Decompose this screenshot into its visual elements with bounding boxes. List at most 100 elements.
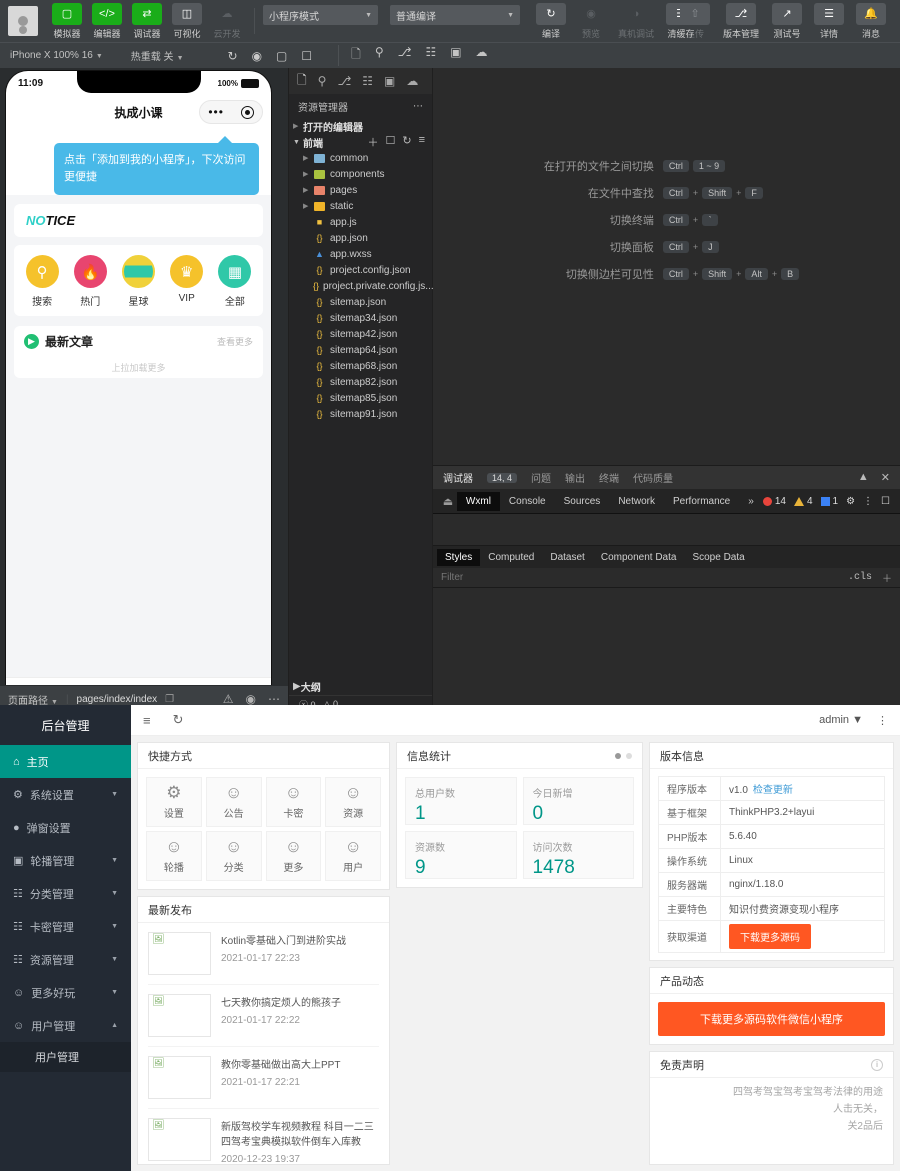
error-count[interactable]: 14: [763, 496, 786, 507]
toolbar-button-detail[interactable]: ☰ 详情: [810, 3, 848, 40]
file-tree-item[interactable]: {} sitemap34.json: [289, 310, 432, 326]
avatar[interactable]: [8, 6, 38, 36]
view-more-link[interactable]: 查看更多: [217, 335, 253, 348]
inspect-element-icon[interactable]: ⏏: [439, 495, 457, 508]
sidebar-item-popup-settings[interactable]: ● 弹窗设置: [0, 811, 131, 844]
more-icon[interactable]: ⋯: [413, 101, 423, 112]
test-icon[interactable]: ▣: [450, 45, 461, 66]
files-icon[interactable]: 🗋: [297, 71, 307, 92]
panel-tab-debugger[interactable]: 调试器: [443, 470, 473, 485]
quick-action-user[interactable]: ☺ 用户: [325, 831, 381, 881]
window-icon[interactable]: ☐: [301, 49, 312, 63]
cloud-icon[interactable]: ☁: [476, 45, 488, 66]
info-count[interactable]: 1: [821, 496, 839, 507]
toolbar-button-cloud[interactable]: ☁ 云开发: [208, 3, 246, 40]
file-tree-item[interactable]: {} project.private.config.js...: [289, 278, 432, 294]
quick-action-resource[interactable]: ☺ 资源: [325, 777, 381, 827]
file-tree-item[interactable]: ▶ common: [289, 150, 432, 166]
sidebar-item-carousel[interactable]: ▣ 轮播管理 ▼: [0, 844, 131, 877]
panel-tab-codequality[interactable]: 代码质量: [633, 470, 673, 485]
devtools-tab-console[interactable]: Console: [500, 492, 555, 511]
mode-select[interactable]: 小程序模式 ▼: [263, 5, 378, 25]
toolbar-button-testnumber[interactable]: ↗ 测试号: [768, 3, 806, 40]
download-miniprogram-button[interactable]: 下载更多源码软件微信小程序: [658, 1002, 885, 1036]
add-rule-icon[interactable]: ＋: [882, 570, 892, 585]
toolbar-button-message[interactable]: 🔔 消息: [852, 3, 890, 40]
icon-grid-item[interactable]: ♛ VIP: [163, 255, 211, 308]
refresh-icon[interactable]: ↻: [402, 134, 411, 150]
devtools-tab-sources[interactable]: Sources: [555, 492, 610, 511]
styles-tab-scope-data[interactable]: Scope Data: [684, 549, 752, 566]
sidebar-item-more-fun[interactable]: ☺ 更多好玩 ▼: [0, 976, 131, 1009]
more-icon[interactable]: •••: [208, 108, 224, 116]
dot-active-icon[interactable]: [615, 753, 621, 759]
quick-action-settings[interactable]: ⚙ 设置: [146, 777, 202, 827]
file-tree-item[interactable]: ■ app.js: [289, 214, 432, 230]
icon-grid-item[interactable]: ▦ 全部: [211, 255, 259, 308]
file-tree-item[interactable]: ▶ components: [289, 166, 432, 182]
article-row[interactable]: Kotlin零基础入门到进阶实战 2021-01-17 22:23: [148, 923, 379, 985]
collapse-icon[interactable]: ≡: [419, 134, 425, 150]
refresh-icon[interactable]: ↻: [228, 49, 238, 63]
dot-icon[interactable]: [626, 753, 632, 759]
article-row[interactable]: 新版驾校学车视频教程 科目一二三四驾考宝典模拟软件倒车入库教 2020-12-2…: [148, 1109, 379, 1165]
panel-tab-terminal[interactable]: 终端: [599, 470, 619, 485]
mobile-icon[interactable]: ▢: [276, 49, 287, 63]
panel-tab-output[interactable]: 输出: [565, 470, 585, 485]
devtools-tab-more[interactable]: »: [739, 492, 763, 511]
sidebar-item-system-settings[interactable]: ⚙ 系统设置 ▼: [0, 778, 131, 811]
article-row[interactable]: 教你零基础做出高大上PPT 2021-01-17 22:21: [148, 1047, 379, 1109]
collapse-icon[interactable]: ▲: [858, 471, 869, 484]
sidebar-item-home[interactable]: ⌂ 主页: [0, 745, 131, 778]
more-icon[interactable]: ⋯: [268, 692, 280, 706]
copy-icon[interactable]: ❐: [165, 694, 174, 705]
hotreload-selector[interactable]: 热重载 关▼: [131, 48, 184, 63]
quick-action-card[interactable]: ☺ 卡密: [266, 777, 322, 827]
styles-tab-dataset[interactable]: Dataset: [542, 549, 592, 566]
toolbar-button-simulator[interactable]: ▢ 模拟器: [48, 3, 86, 40]
quick-action-more[interactable]: ☺ 更多: [266, 831, 322, 881]
notice-banner[interactable]: NOTICE: [14, 204, 263, 237]
files-icon[interactable]: 🗋: [351, 45, 361, 66]
sidebar-item-category[interactable]: ☷ 分类管理 ▼: [0, 877, 131, 910]
toolbar-button-editor[interactable]: </> 编辑器: [88, 3, 126, 40]
toolbar-button-realdevice[interactable]: ◑ 真机调试: [612, 3, 660, 40]
sidebar-subitem-user-management[interactable]: 用户管理: [0, 1042, 131, 1072]
article-row[interactable]: 七天教你搞定烦人的熊孩子 2021-01-17 22:22: [148, 985, 379, 1047]
devtools-tab-performance[interactable]: Performance: [664, 492, 739, 511]
devtools-tab-wxml[interactable]: Wxml: [457, 492, 500, 511]
check-update-link[interactable]: 检查更新: [753, 785, 793, 796]
file-tree-item[interactable]: {} sitemap85.json: [289, 390, 432, 406]
panel-tab-problems[interactable]: 问题: [531, 470, 551, 485]
file-tree-item[interactable]: {} app.json: [289, 230, 432, 246]
more-vertical-icon[interactable]: ⋮: [863, 496, 873, 507]
toolbar-button-version[interactable]: ⎇ 版本管理: [718, 3, 764, 40]
toolbar-button-compile[interactable]: ↻ 编译: [532, 3, 570, 40]
branch-icon[interactable]: ⎇: [337, 74, 351, 88]
file-tree-item[interactable]: ▶ static: [289, 198, 432, 214]
branch-icon[interactable]: ⎇: [398, 45, 412, 66]
file-tree-item[interactable]: ▶ pages: [289, 182, 432, 198]
test-icon[interactable]: ▣: [384, 74, 395, 88]
extensions-icon[interactable]: ☷: [425, 45, 436, 66]
close-icon[interactable]: ✕: [881, 471, 890, 484]
info-icon[interactable]: i: [871, 1059, 883, 1071]
admin-user-menu[interactable]: admin ▼: [819, 714, 863, 726]
open-editors-section[interactable]: ▶ 打开的编辑器: [289, 118, 432, 134]
sidebar-item-user-management[interactable]: ☺ 用户管理 ▲: [0, 1009, 131, 1042]
extensions-icon[interactable]: ☷: [362, 74, 373, 88]
file-tree-item[interactable]: {} sitemap91.json: [289, 406, 432, 422]
icon-grid-item[interactable]: 星球: [114, 255, 162, 308]
file-tree-item[interactable]: ▲ app.wxss: [289, 246, 432, 262]
quick-action-carousel[interactable]: ☺ 轮播: [146, 831, 202, 881]
list-icon[interactable]: ≡: [143, 713, 151, 728]
eye-icon[interactable]: ◉: [246, 692, 256, 706]
toolbar-button-debugger[interactable]: ⇄ 调试器: [128, 3, 166, 40]
compile-select[interactable]: 普通编译 ▼: [390, 5, 520, 25]
search-icon[interactable]: ⚲: [318, 74, 327, 88]
icon-grid-item[interactable]: 🔥 热门: [66, 255, 114, 308]
download-source-button[interactable]: 下载更多源码: [729, 924, 811, 949]
toolbar-button-visual[interactable]: ◫ 可视化: [168, 3, 206, 40]
cloud-icon[interactable]: ☁: [406, 74, 418, 88]
record-icon[interactable]: ◉: [252, 49, 262, 63]
